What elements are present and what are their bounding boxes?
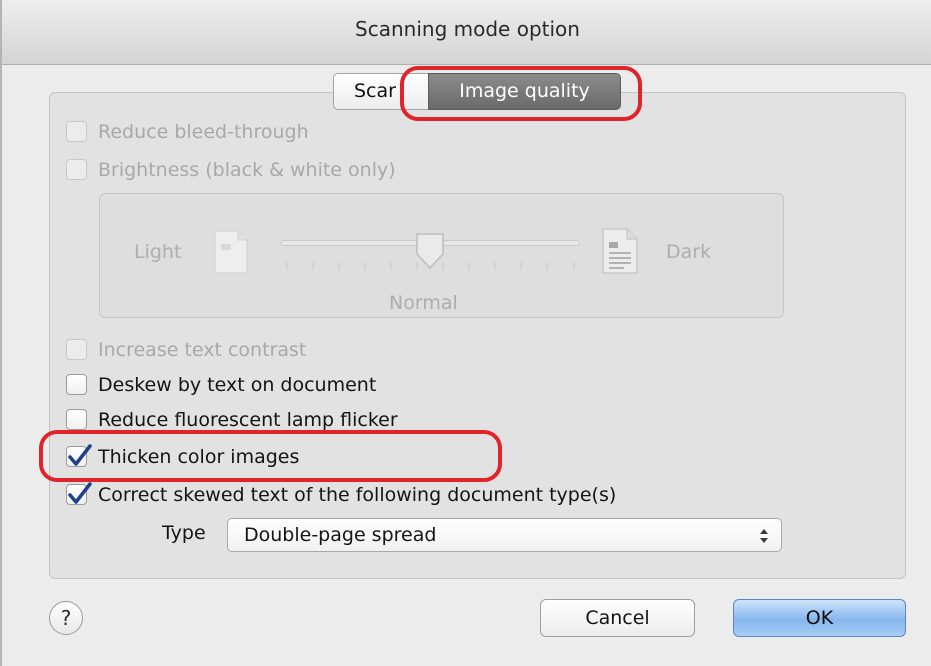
- slider-max-label: Dark: [666, 241, 712, 263]
- checkmark-icon: [68, 482, 92, 504]
- page-light-icon: [214, 230, 248, 274]
- reduce-bleed-through-checkbox[interactable]: [66, 121, 87, 142]
- window-title: Scanning mode option: [355, 17, 580, 41]
- reduce-bleed-through-label: Reduce bleed-through: [98, 121, 309, 143]
- document-type-select[interactable]: Double-page spread: [227, 518, 782, 552]
- help-button[interactable]: ?: [49, 601, 83, 635]
- help-icon: ?: [60, 606, 72, 630]
- option-deskew-by-text[interactable]: Deskew by text on document: [66, 370, 446, 400]
- document-type-value: Double-page spread: [244, 524, 437, 546]
- brightness-checkbox[interactable]: [66, 159, 87, 180]
- cancel-button[interactable]: Cancel: [540, 599, 695, 637]
- option-reduce-bleed-through[interactable]: Reduce bleed-through: [66, 117, 386, 147]
- correct-skewed-text-label: Correct skewed text of the following doc…: [98, 484, 617, 506]
- slider-min-label: Light: [134, 241, 182, 263]
- option-brightness[interactable]: Brightness (black & white only): [66, 155, 466, 185]
- brightness-slider-thumb[interactable]: [415, 232, 445, 270]
- reduce-lamp-flicker-checkbox[interactable]: [66, 409, 87, 430]
- deskew-by-text-label: Deskew by text on document: [98, 374, 377, 396]
- highlight-thicken-color-images: [39, 430, 502, 482]
- highlight-image-quality-tab: [400, 66, 642, 121]
- correct-skewed-text-checkbox[interactable]: [66, 482, 92, 505]
- increase-text-contrast-checkbox[interactable]: [66, 339, 87, 360]
- page-dark-icon: [602, 228, 638, 274]
- ok-button[interactable]: OK: [733, 599, 906, 637]
- option-correct-skewed-text[interactable]: Correct skewed text of the following doc…: [66, 480, 726, 510]
- deskew-by-text-checkbox[interactable]: [66, 374, 87, 395]
- updown-chevron-icon: [760, 529, 768, 543]
- scanning-mode-dialog: Scanning mode option Scar Image quality …: [0, 0, 931, 666]
- slider-value-label: Normal: [389, 292, 458, 314]
- brightness-label: Brightness (black & white only): [98, 159, 396, 181]
- title-bar: Scanning mode option: [2, 0, 931, 65]
- type-label: Type: [162, 522, 206, 544]
- increase-text-contrast-label: Increase text contrast: [98, 339, 307, 361]
- option-increase-text-contrast[interactable]: Increase text contrast: [66, 335, 366, 365]
